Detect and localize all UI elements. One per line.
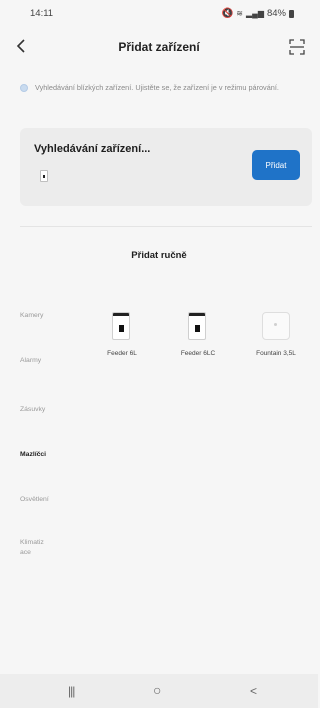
add-button[interactable]: Přidat — [252, 150, 300, 180]
product-fountain-3-5l[interactable]: Fountain 3,5L — [244, 308, 308, 368]
app-header: Přidat zařízení — [0, 32, 318, 60]
search-card: Vyhledávání zařízení... Přidat — [20, 128, 312, 206]
category-pets[interactable]: Mazlíčci — [20, 450, 70, 460]
home-button[interactable]: ○ — [153, 682, 161, 698]
signal-icon: ▂▄▆ — [246, 9, 264, 18]
system-nav-bar: ||| ○ < — [0, 674, 318, 708]
category-lighting[interactable]: Osvětlení — [20, 495, 70, 505]
search-card-title: Vyhledávání zařízení... — [34, 143, 151, 155]
product-name: Fountain 3,5L — [256, 350, 296, 357]
divider — [20, 226, 312, 227]
scan-frame-icon[interactable] — [288, 38, 306, 56]
page-title: Přidat zařízení — [118, 40, 200, 54]
status-time: 14:11 — [30, 8, 54, 19]
product-feeder-6l[interactable]: Feeder 6L — [90, 308, 154, 368]
status-bar: 14:11 🔇 ≋ ▂▄▆ 84% — [0, 0, 318, 24]
product-feeder-6lc[interactable]: Feeder 6LC — [166, 308, 230, 368]
search-info: Vyhledávání blízkých zařízení. Ujistěte … — [20, 80, 304, 95]
product-name: Feeder 6L — [107, 350, 137, 357]
category-alarms[interactable]: Alarmy — [20, 356, 70, 366]
status-icons: 🔇 ≋ ▂▄▆ 84% — [221, 8, 294, 19]
recent-apps-button[interactable]: ||| — [68, 684, 75, 698]
category-sockets[interactable]: Zásuvky — [20, 405, 70, 415]
manual-add-title: Přidat ručně — [131, 250, 187, 261]
search-info-text: Vyhledávání blízkých zařízení. Ujistěte … — [35, 83, 279, 92]
pet-feeder-icon — [188, 312, 208, 342]
category-climate[interactable]: Klimatizace — [20, 538, 46, 558]
product-name: Feeder 6LC — [180, 350, 216, 357]
pet-feeder-icon — [112, 312, 132, 342]
mute-icon: 🔇 — [221, 8, 234, 19]
category-cameras[interactable]: Kamery — [20, 311, 70, 321]
pet-fountain-icon — [262, 312, 290, 342]
battery-percent: 84% — [266, 8, 286, 19]
scanning-indicator-icon — [20, 84, 28, 92]
found-device-icon[interactable] — [40, 170, 48, 182]
battery-icon — [289, 9, 294, 18]
system-back-button[interactable]: < — [250, 684, 257, 698]
wifi-icon: ≋ — [236, 9, 243, 18]
